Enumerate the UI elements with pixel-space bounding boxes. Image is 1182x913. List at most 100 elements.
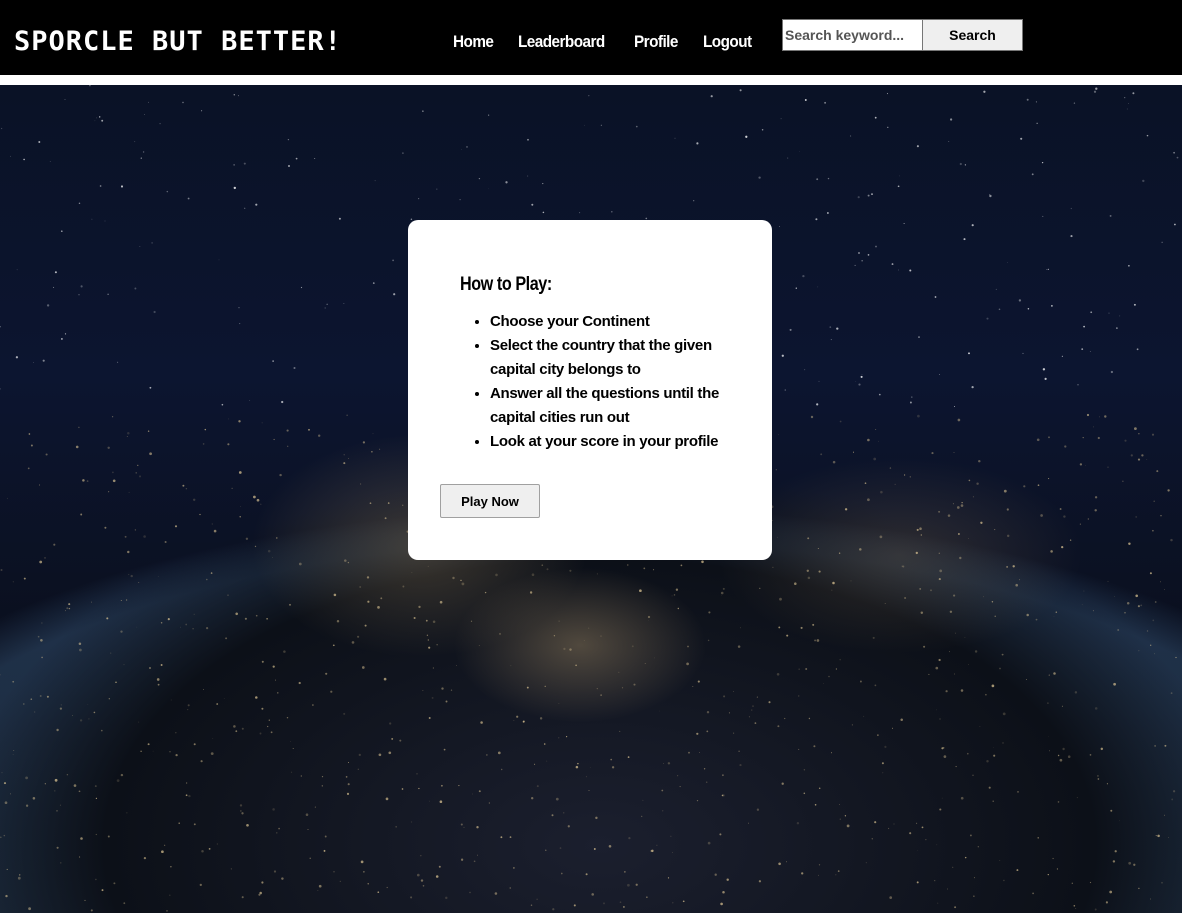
site-logo[interactable]: SPORCLE BUT BETTER!	[14, 26, 342, 58]
star	[855, 381, 857, 382]
city-light	[254, 545, 257, 548]
city-light	[953, 451, 955, 454]
city-light	[1168, 837, 1169, 839]
search-button[interactable]: Search	[922, 19, 1023, 51]
city-light	[643, 567, 646, 570]
star	[1173, 151, 1175, 154]
nav-link-logout[interactable]: Logout	[703, 28, 752, 56]
star	[871, 193, 873, 196]
city-light	[321, 775, 324, 778]
nav-link-profile[interactable]: Profile	[634, 28, 678, 56]
star	[1132, 92, 1135, 95]
city-light	[422, 885, 425, 887]
city-light	[6, 868, 8, 870]
city-light	[920, 534, 922, 536]
city-light	[993, 747, 994, 748]
star	[1081, 348, 1084, 350]
star	[909, 269, 912, 272]
city-light	[531, 797, 534, 800]
city-light	[185, 487, 188, 490]
city-light	[839, 658, 841, 661]
city-light	[1023, 485, 1026, 488]
city-light	[39, 560, 43, 564]
city-light	[46, 695, 49, 698]
city-light	[324, 850, 326, 852]
nav-link-home[interactable]: Home	[453, 28, 494, 56]
how-to-play-card: How to Play: Choose your Continent Selec…	[408, 220, 772, 560]
city-light	[82, 479, 85, 482]
star	[233, 186, 236, 190]
star	[1007, 262, 1008, 263]
city-light	[559, 847, 562, 849]
search-input[interactable]	[782, 19, 923, 51]
city-light	[972, 496, 974, 498]
nav-link-leaderboard[interactable]: Leaderboard	[518, 28, 605, 56]
star	[795, 287, 797, 289]
city-light	[1025, 679, 1027, 680]
play-now-button[interactable]: Play Now	[440, 484, 540, 518]
star	[91, 218, 93, 220]
city-light	[25, 776, 28, 780]
city-light	[1048, 674, 1050, 676]
city-light	[267, 725, 269, 728]
city-light	[653, 569, 655, 571]
city-light	[1164, 744, 1167, 747]
city-light	[120, 773, 124, 777]
city-light	[808, 717, 811, 720]
star	[1044, 377, 1047, 380]
city-light	[964, 636, 966, 638]
city-light	[672, 902, 674, 904]
city-light	[480, 721, 483, 724]
city-light	[164, 540, 167, 544]
city-light	[891, 727, 894, 729]
city-light	[949, 610, 953, 613]
city-light	[115, 681, 117, 683]
city-light	[706, 711, 710, 714]
city-light	[756, 808, 760, 811]
city-light	[752, 705, 754, 707]
city-light	[128, 491, 130, 493]
star	[824, 101, 827, 104]
star	[971, 385, 974, 389]
city-light	[814, 639, 817, 642]
star	[1142, 179, 1145, 183]
city-light	[916, 881, 919, 884]
star	[780, 118, 782, 120]
star	[60, 337, 63, 340]
city-light	[440, 784, 443, 787]
city-light	[534, 763, 536, 765]
city-light	[202, 443, 205, 445]
star	[858, 252, 860, 254]
city-light	[974, 650, 978, 653]
city-light	[1096, 774, 1099, 777]
city-light	[78, 790, 81, 793]
city-light	[563, 812, 565, 814]
city-light	[777, 536, 779, 538]
city-light	[309, 857, 311, 859]
city-light	[1003, 879, 1005, 882]
star	[149, 386, 152, 389]
city-light	[68, 607, 71, 610]
city-light	[516, 715, 519, 718]
star	[804, 369, 806, 371]
city-light	[213, 529, 217, 533]
city-light	[1063, 515, 1066, 518]
city-light	[588, 790, 590, 792]
city-light	[386, 886, 388, 889]
city-light	[800, 626, 803, 629]
city-light	[1002, 742, 1004, 744]
city-light	[960, 504, 964, 507]
city-light	[59, 804, 61, 806]
city-light	[558, 702, 560, 704]
city-light	[596, 573, 598, 575]
city-light	[938, 552, 940, 554]
star	[948, 141, 950, 142]
star	[1047, 268, 1050, 271]
city-light	[239, 804, 243, 807]
star	[645, 217, 648, 220]
city-light	[569, 648, 572, 651]
city-light	[411, 571, 413, 573]
city-light	[1122, 480, 1124, 482]
city-light	[360, 483, 362, 485]
city-light	[1094, 509, 1097, 512]
